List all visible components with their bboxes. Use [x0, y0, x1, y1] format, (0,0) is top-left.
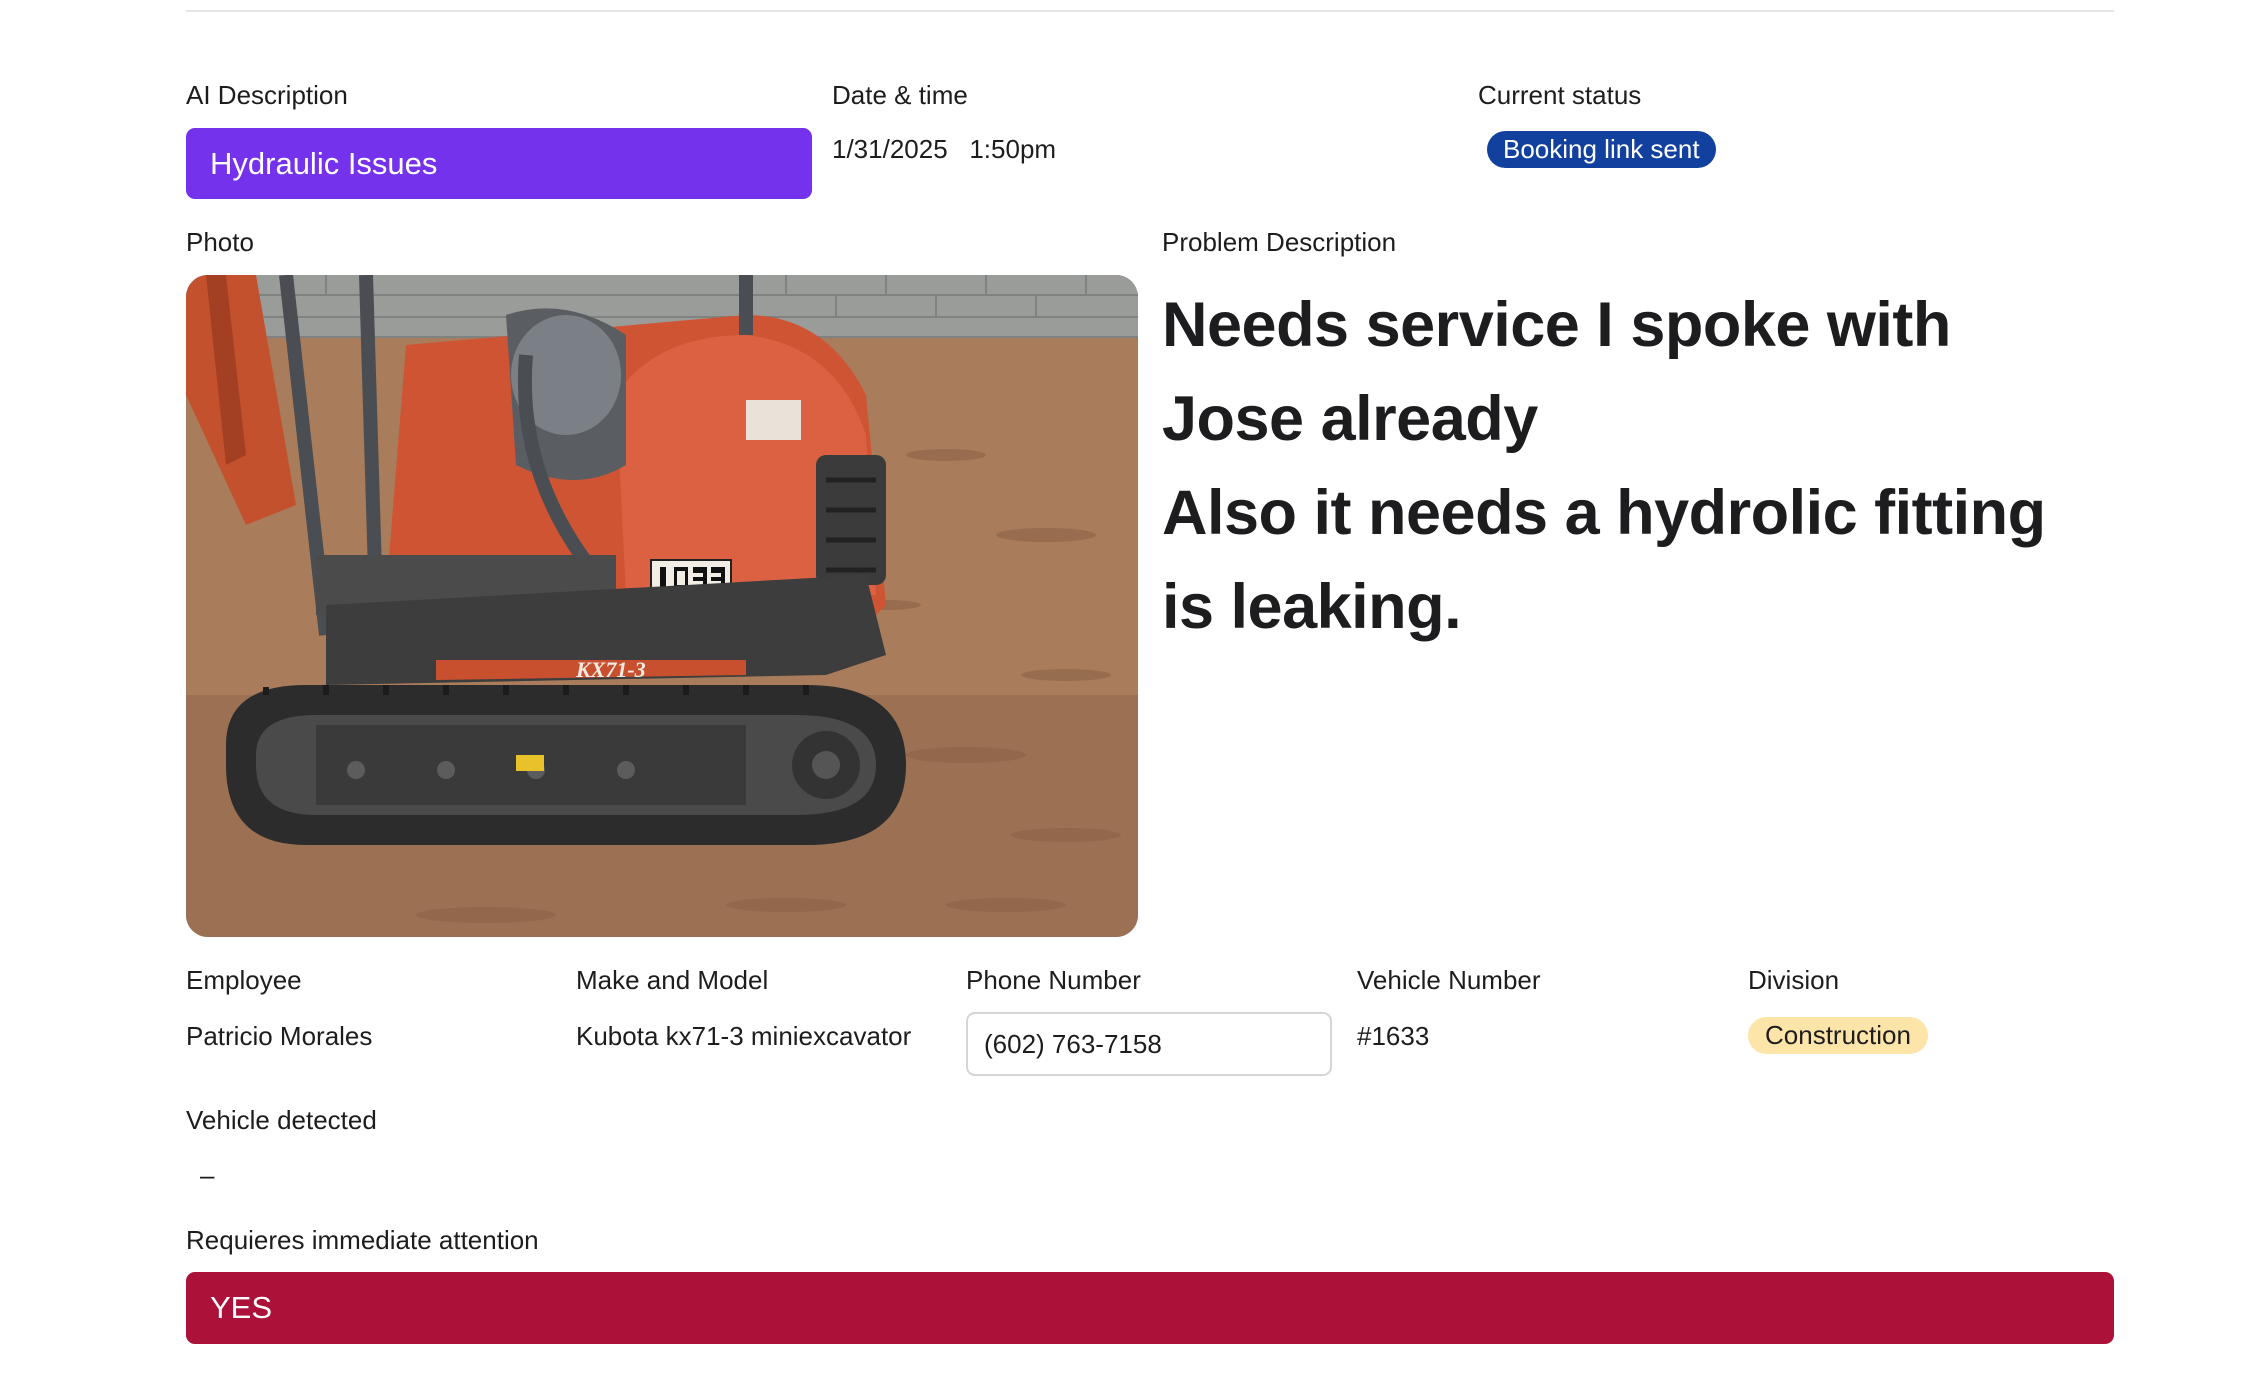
phone-label: Phone Number [966, 965, 1141, 995]
ai-description-chip: Hydraulic Issues [186, 128, 812, 199]
divider [186, 10, 2114, 12]
excavator-photo-image: KX71-3 [186, 275, 1138, 937]
employee-value: Patricio Morales [186, 1021, 373, 1051]
ai-description-value: Hydraulic Issues [210, 145, 438, 181]
problem-description-label: Problem Description [1162, 227, 1397, 257]
vehicle-number-label: Vehicle Number [1357, 965, 1541, 995]
vehicle-detected-value: – [200, 1160, 215, 1190]
problem-description-text: Needs service I spoke with Jose already … [1162, 290, 2046, 642]
phone-field[interactable]: (602) 763-7158 [966, 1012, 1332, 1076]
excavator-photo[interactable]: KX71-3 [186, 275, 1138, 937]
vehicle-detected-label: Vehicle detected [186, 1105, 377, 1135]
vehicle-number-value: #1633 [1357, 1021, 1430, 1051]
status-value: Booking link sent [1503, 134, 1700, 164]
division-badge: Construction [1748, 1017, 1928, 1054]
model-decal: KX71-3 [575, 657, 646, 682]
immediate-attention-value: YES [210, 1290, 273, 1325]
make-model-label: Make and Model [576, 965, 769, 995]
make-model-value: Kubota kx71-3 miniexcavator [576, 1021, 912, 1051]
status-badge: Booking link sent [1487, 131, 1716, 168]
division-value: Construction [1765, 1020, 1911, 1050]
phone-value: (602) 763-7158 [984, 1028, 1162, 1059]
record-detail: AI Description Hydraulic Issues Date & t… [0, 0, 2244, 1382]
employee-label: Employee [186, 965, 302, 995]
datetime-label: Date & time [832, 80, 968, 110]
photo-label: Photo [186, 227, 254, 257]
datetime-value: 1/31/2025 1:50pm [832, 134, 1057, 164]
status-label: Current status [1478, 80, 1642, 110]
division-label: Division [1748, 965, 1840, 995]
immediate-attention-label: Requieres immediate attention [186, 1225, 539, 1255]
immediate-attention-bar: YES [186, 1272, 2114, 1344]
ai-description-label: AI Description [186, 80, 348, 110]
